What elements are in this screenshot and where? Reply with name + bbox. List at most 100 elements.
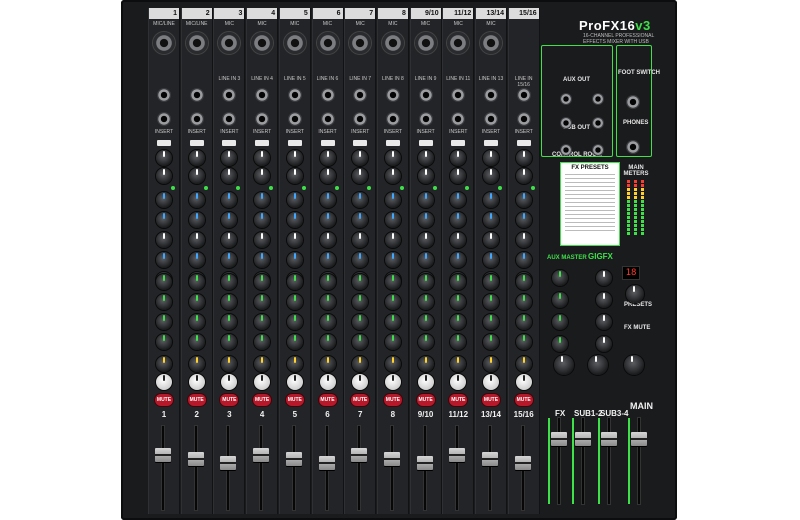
eq-knob[interactable] bbox=[156, 232, 172, 248]
output-jack[interactable] bbox=[560, 144, 572, 156]
aux-send-knob[interactable] bbox=[188, 334, 205, 350]
pad-button[interactable] bbox=[189, 140, 204, 146]
eq-knob[interactable] bbox=[450, 212, 467, 228]
mute-button[interactable]: MUTE bbox=[220, 394, 239, 406]
output-jack[interactable] bbox=[592, 117, 604, 129]
eq-knob[interactable] bbox=[188, 192, 205, 208]
comp-knob[interactable] bbox=[352, 168, 369, 184]
aux-send-knob[interactable] bbox=[417, 334, 434, 350]
line-input-jack[interactable] bbox=[189, 88, 204, 102]
comp-knob[interactable] bbox=[156, 168, 172, 184]
fx-send-knob[interactable] bbox=[156, 356, 172, 372]
pan-knob[interactable] bbox=[319, 374, 336, 390]
aux-send-knob[interactable] bbox=[450, 334, 467, 350]
comp-knob[interactable] bbox=[286, 168, 303, 184]
eq-knob[interactable] bbox=[188, 232, 205, 248]
pad-button[interactable] bbox=[418, 140, 433, 146]
aux-send-knob[interactable] bbox=[352, 334, 369, 350]
insert-jack[interactable] bbox=[222, 112, 237, 126]
aux-send-knob[interactable] bbox=[188, 314, 205, 330]
xlr-input-jack[interactable] bbox=[414, 32, 437, 54]
mute-button[interactable]: MUTE bbox=[383, 394, 402, 406]
line-input-jack[interactable] bbox=[320, 88, 335, 102]
eq-knob[interactable] bbox=[483, 232, 499, 248]
fx-master-knob[interactable] bbox=[596, 336, 612, 352]
phones-jack[interactable] bbox=[626, 95, 640, 109]
insert-jack[interactable] bbox=[385, 112, 400, 126]
aux-send-knob[interactable] bbox=[254, 294, 271, 310]
channel-fader[interactable] bbox=[187, 452, 204, 466]
fx-preset-knob[interactable] bbox=[626, 285, 644, 303]
comp-knob[interactable] bbox=[221, 168, 238, 184]
eq-knob[interactable] bbox=[221, 212, 238, 228]
gain-knob[interactable] bbox=[319, 150, 336, 166]
eq-knob[interactable] bbox=[319, 192, 336, 208]
channel-fader[interactable] bbox=[318, 456, 335, 470]
fx-send-knob[interactable] bbox=[286, 356, 303, 372]
eq-knob[interactable] bbox=[515, 232, 532, 248]
insert-jack[interactable] bbox=[353, 112, 368, 126]
eq-knob[interactable] bbox=[352, 252, 369, 268]
sub12-fader[interactable] bbox=[575, 432, 591, 446]
comp-knob[interactable] bbox=[515, 168, 532, 184]
aux-send-knob[interactable] bbox=[188, 274, 205, 290]
phones-jack[interactable] bbox=[626, 140, 640, 154]
comp-knob[interactable] bbox=[254, 168, 271, 184]
main-fader[interactable] bbox=[631, 432, 647, 446]
xlr-input-jack[interactable] bbox=[218, 32, 241, 54]
xlr-input-jack[interactable] bbox=[316, 32, 339, 54]
mute-button[interactable]: MUTE bbox=[155, 394, 173, 406]
gain-knob[interactable] bbox=[254, 150, 271, 166]
eq-knob[interactable] bbox=[515, 252, 532, 268]
sub34-fader[interactable] bbox=[601, 432, 617, 446]
pan-knob[interactable] bbox=[156, 374, 172, 390]
aux-send-knob[interactable] bbox=[384, 274, 401, 290]
xlr-input-jack[interactable] bbox=[185, 32, 208, 54]
line-input-jack[interactable] bbox=[157, 88, 171, 102]
insert-jack[interactable] bbox=[255, 112, 270, 126]
eq-knob[interactable] bbox=[417, 232, 434, 248]
gain-knob[interactable] bbox=[483, 150, 499, 166]
fx-master-knob[interactable] bbox=[596, 292, 612, 308]
pan-knob[interactable] bbox=[188, 374, 205, 390]
channel-fader[interactable] bbox=[220, 456, 237, 470]
mute-button[interactable]: MUTE bbox=[351, 394, 370, 406]
aux-send-knob[interactable] bbox=[450, 314, 467, 330]
eq-knob[interactable] bbox=[188, 252, 205, 268]
aux-send-knob[interactable] bbox=[221, 294, 238, 310]
output-jack[interactable] bbox=[560, 93, 572, 105]
fx-master-knob[interactable] bbox=[596, 270, 612, 286]
aux-send-knob[interactable] bbox=[515, 294, 532, 310]
aux-send-knob[interactable] bbox=[221, 314, 238, 330]
eq-knob[interactable] bbox=[352, 192, 369, 208]
fx-send-knob[interactable] bbox=[352, 356, 369, 372]
aux-send-knob[interactable] bbox=[156, 314, 172, 330]
eq-knob[interactable] bbox=[221, 232, 238, 248]
output-jack[interactable] bbox=[560, 117, 572, 129]
fx-send-knob[interactable] bbox=[221, 356, 238, 372]
aux-send-knob[interactable] bbox=[417, 294, 434, 310]
aux-send-knob[interactable] bbox=[188, 294, 205, 310]
gain-knob[interactable] bbox=[188, 150, 205, 166]
aux-send-knob[interactable] bbox=[286, 334, 303, 350]
pan-knob[interactable] bbox=[352, 374, 369, 390]
comp-knob[interactable] bbox=[483, 168, 499, 184]
line-input-jack[interactable] bbox=[484, 88, 498, 102]
comp-knob[interactable] bbox=[450, 168, 467, 184]
eq-knob[interactable] bbox=[156, 192, 172, 208]
aux-master-knob[interactable] bbox=[552, 314, 568, 330]
aux-send-knob[interactable] bbox=[221, 274, 238, 290]
eq-knob[interactable] bbox=[319, 252, 336, 268]
eq-knob[interactable] bbox=[286, 232, 303, 248]
xlr-input-jack[interactable] bbox=[381, 32, 404, 54]
insert-jack[interactable] bbox=[189, 112, 204, 126]
pad-button[interactable] bbox=[385, 140, 400, 146]
fx-master-fader[interactable] bbox=[551, 432, 567, 446]
fx-send-knob[interactable] bbox=[384, 356, 401, 372]
pad-button[interactable] bbox=[451, 140, 466, 146]
insert-jack[interactable] bbox=[516, 112, 531, 126]
channel-fader[interactable] bbox=[351, 448, 368, 462]
pan-knob[interactable] bbox=[417, 374, 434, 390]
aux-send-knob[interactable] bbox=[450, 294, 467, 310]
pad-button[interactable] bbox=[287, 140, 302, 146]
